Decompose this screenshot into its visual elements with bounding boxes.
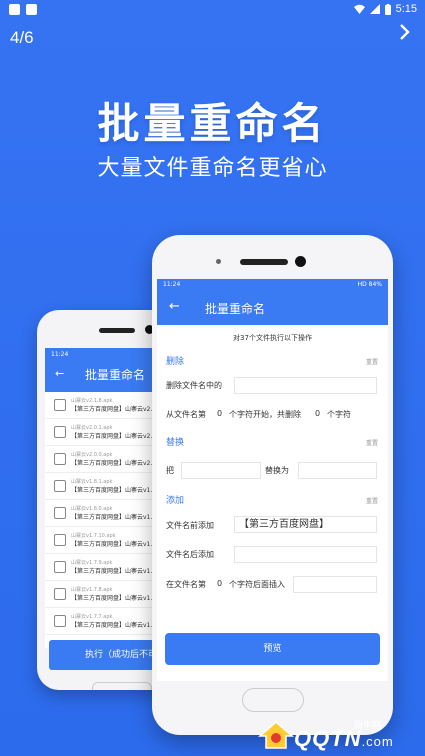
prefix-label: 文件名前添加 <box>166 521 214 530</box>
status-right: 5:15 <box>353 3 417 15</box>
delete-from-label: 从文件名第 <box>166 410 206 419</box>
subheadline: 大量文件重命名更省心 <box>97 156 328 181</box>
insert-after-label: 个字符后面插入 <box>229 580 285 589</box>
file-icon <box>54 507 66 519</box>
delete-start-label: 个字符开始，共删除 <box>229 410 301 419</box>
replace-find-label: 把 <box>166 466 174 475</box>
insert-label: 在文件名第 <box>166 580 206 589</box>
notification-icon <box>9 4 20 15</box>
back-time: 11:24 <box>51 351 69 358</box>
status-bar: 5:15 <box>0 0 425 20</box>
suffix-field <box>234 546 377 563</box>
signal-icon <box>369 4 380 14</box>
file-icon <box>54 588 66 600</box>
chevron-right-icon[interactable] <box>393 20 417 44</box>
front-phone-screen: 11:24 HD 84% ← 批量重命名 对37个文件执行以下操作 删除 重置 … <box>157 279 388 681</box>
file-icon <box>54 615 66 627</box>
reset-add-button: 重置 <box>365 498 378 505</box>
front-title: 批量重命名 <box>205 302 266 316</box>
file-icon <box>54 561 66 573</box>
watermark-brand-text: QQTN <box>294 726 362 751</box>
section-replace: 替换 <box>166 438 185 448</box>
replace-find-field <box>181 462 261 479</box>
insert-position-value: 0 <box>217 579 223 588</box>
home-button <box>242 688 304 712</box>
qqtn-logo-icon <box>258 721 294 749</box>
back-title: 批量重命名 <box>85 368 146 382</box>
home-button <box>92 682 152 690</box>
app-notification-icon <box>26 4 37 15</box>
front-phone-mockup: 11:24 HD 84% ← 批量重命名 对37个文件执行以下操作 删除 重置 … <box>152 235 393 735</box>
section-add: 添加 <box>166 496 185 506</box>
watermark: 腾牛网 QQTN.com <box>258 718 418 754</box>
watermark-domain: .com <box>361 734 394 749</box>
file-icon <box>54 399 66 411</box>
phone-sensor <box>216 259 221 264</box>
preview-button: 预览 <box>165 633 380 665</box>
battery-icon <box>384 3 391 15</box>
file-icon <box>54 426 66 438</box>
file-icon <box>54 453 66 465</box>
file-icon <box>54 480 66 492</box>
delete-contains-field <box>234 377 377 394</box>
front-time: 11:24 <box>163 281 181 288</box>
prefix-field: 【第三方百度网盘】 <box>234 516 377 533</box>
front-system-info: HD 84% <box>357 281 382 288</box>
file-icon <box>54 534 66 546</box>
delete-unit-label: 个字符 <box>327 410 351 419</box>
wifi-icon <box>353 4 365 14</box>
replace-with-label: 替换为 <box>265 466 289 475</box>
delete-contains-label: 删除文件名中的 <box>166 381 222 390</box>
insert-field <box>293 576 377 593</box>
back-arrow-icon: ← <box>55 367 65 380</box>
suffix-label: 文件名后添加 <box>166 550 214 559</box>
replace-with-field <box>298 462 377 479</box>
watermark-brand: QQTN.com <box>294 726 394 752</box>
phone-camera <box>295 256 306 267</box>
front-app-bar: 11:24 HD 84% ← 批量重命名 <box>157 279 388 325</box>
reset-replace-button: 重置 <box>365 440 378 447</box>
phone-speaker <box>240 259 288 265</box>
status-time: 5:15 <box>395 3 417 15</box>
delete-count-value: 0 <box>315 409 321 418</box>
headline: 批量重命名 <box>97 99 328 148</box>
screen: 5:15 4/6 批量重命名 大量文件重命名更省心 11:24 ← 批量重命名 … <box>0 0 425 756</box>
reset-delete-button: 重置 <box>365 359 378 366</box>
delete-from-value: 0 <box>217 409 223 418</box>
page-indicator: 4/6 <box>10 28 34 47</box>
operation-summary: 对37个文件执行以下操作 <box>233 334 312 342</box>
back-arrow-icon: ← <box>169 299 180 314</box>
phone-speaker <box>99 328 135 333</box>
section-delete: 删除 <box>166 357 185 367</box>
